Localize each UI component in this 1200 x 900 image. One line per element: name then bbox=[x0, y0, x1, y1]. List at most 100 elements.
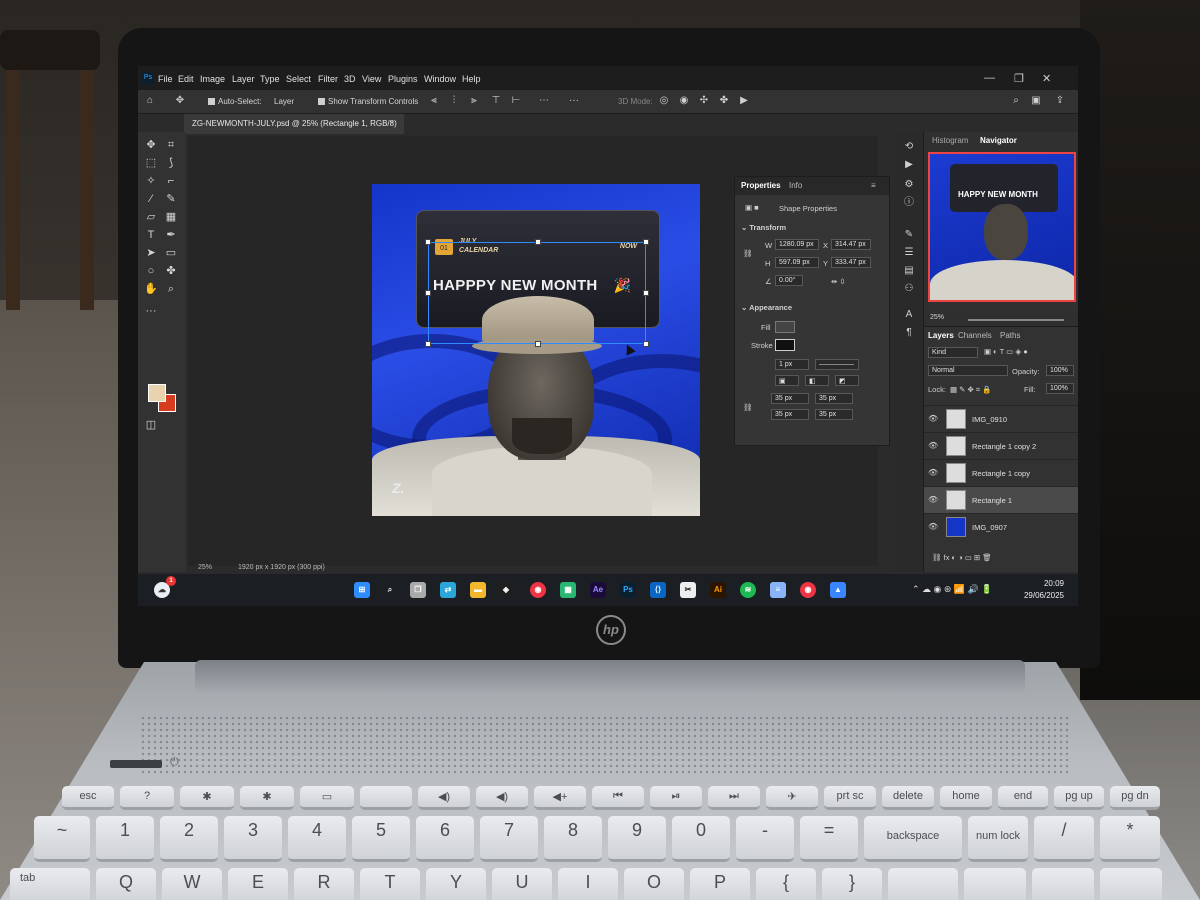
menu-layer[interactable]: Layer bbox=[232, 74, 255, 84]
menu-view[interactable]: View bbox=[362, 74, 381, 84]
custom-shape-icon[interactable]: ✤ bbox=[162, 262, 180, 280]
tab-close-icon[interactable]: × bbox=[389, 118, 394, 127]
people-icon[interactable]: ⚇ bbox=[902, 282, 916, 296]
key-f8[interactable]: ◀+ bbox=[534, 786, 586, 810]
corner-top-left[interactable]: 35 px bbox=[771, 393, 809, 404]
menu-help[interactable]: Help bbox=[462, 74, 481, 84]
key-7[interactable]: 7 bbox=[480, 816, 538, 862]
workspace-icon[interactable]: ▣ bbox=[1030, 95, 1042, 107]
eraser-icon[interactable]: ▱ bbox=[142, 208, 160, 226]
y-field[interactable]: 333.47 px bbox=[831, 257, 871, 268]
styles-icon[interactable]: ▤ bbox=[902, 264, 916, 278]
transform-handle[interactable] bbox=[425, 290, 431, 296]
transform-handle[interactable] bbox=[643, 341, 649, 347]
photos-icon[interactable]: ▲ bbox=[830, 582, 846, 598]
lock-icons[interactable]: ▦ ✎ ✥ ⌗ 🔒 bbox=[950, 385, 992, 395]
properties-icon[interactable]: ☰ bbox=[902, 246, 916, 260]
key-delete[interactable]: delete bbox=[882, 786, 934, 810]
key-w[interactable]: W bbox=[162, 868, 222, 900]
share-icon[interactable]: ⇪ bbox=[1054, 95, 1066, 107]
angle-field[interactable]: 0.00° bbox=[775, 275, 803, 286]
chrome-icon[interactable]: ◉ bbox=[530, 582, 546, 598]
key-tab[interactable]: tab bbox=[10, 868, 90, 900]
clock[interactable]: 20:09 29/06/2025 bbox=[1024, 578, 1064, 602]
key-f9[interactable]: ⏮ bbox=[592, 786, 644, 810]
layer-row-selected[interactable]: 👁 Rectangle 1 bbox=[924, 486, 1078, 513]
key-6[interactable]: 6 bbox=[416, 816, 474, 862]
transform-handle[interactable] bbox=[535, 239, 541, 245]
gradient-icon[interactable]: ▦ bbox=[162, 208, 180, 226]
notepad-icon[interactable]: ≡ bbox=[770, 582, 786, 598]
tray-icons[interactable]: ⌃ ☁ ◉ ⊛ 📶 🔊 🔋 bbox=[912, 584, 993, 595]
key-asterisk[interactable]: * bbox=[1100, 816, 1160, 862]
brush-icon[interactable]: ✎ bbox=[162, 190, 180, 208]
key-o[interactable]: O bbox=[624, 868, 684, 900]
layer-row[interactable]: 👁 Rectangle 1 copy 2 bbox=[924, 432, 1078, 459]
key-backspace[interactable]: backspace bbox=[864, 816, 962, 862]
chrome-profile-icon[interactable]: ◉ bbox=[800, 582, 816, 598]
zoom-slider[interactable] bbox=[968, 319, 1064, 321]
tab-properties[interactable]: Properties bbox=[741, 181, 781, 190]
key-equals[interactable]: = bbox=[800, 816, 858, 862]
search-taskbar-icon[interactable]: ⌕ bbox=[382, 582, 398, 598]
transform-handle[interactable] bbox=[425, 239, 431, 245]
menu-image[interactable]: Image bbox=[200, 74, 225, 84]
key-close-brace[interactable]: } bbox=[822, 868, 882, 900]
key-f3[interactable]: ✱ bbox=[240, 786, 294, 810]
stroke-align-dropdown[interactable]: ▣ bbox=[775, 375, 799, 386]
selection-bounding-box[interactable] bbox=[425, 239, 649, 347]
key-2[interactable]: 2 bbox=[160, 816, 218, 862]
corner-link-icon[interactable]: ⛓ bbox=[743, 403, 753, 412]
key-q[interactable]: Q bbox=[96, 868, 156, 900]
stroke-join-dropdown[interactable]: ◩ bbox=[835, 375, 859, 386]
photoshop-icon[interactable]: Ps bbox=[620, 582, 636, 598]
more-tools-icon[interactable]: ··· bbox=[142, 302, 160, 320]
corner-bottom-left[interactable]: 35 px bbox=[771, 409, 809, 420]
lasso-icon[interactable]: ⟆ bbox=[162, 154, 180, 172]
key-slash[interactable]: / bbox=[1034, 816, 1094, 862]
vscode-icon[interactable]: ⟨⟩ bbox=[650, 582, 666, 598]
search-icon[interactable]: ⌕ bbox=[1010, 95, 1022, 107]
ellipse-icon[interactable]: ○ bbox=[142, 262, 160, 280]
key-f5[interactable] bbox=[360, 786, 412, 810]
width-field[interactable]: 1280.09 px bbox=[775, 239, 819, 250]
eyedropper-icon[interactable]: ⁄ bbox=[142, 190, 160, 208]
key-minus[interactable]: - bbox=[736, 816, 794, 862]
tab-channels[interactable]: Channels bbox=[958, 331, 992, 340]
rectangle-icon[interactable]: ▭ bbox=[162, 244, 180, 262]
key-esc[interactable]: esc bbox=[62, 786, 114, 810]
play-icon[interactable]: ▶ bbox=[902, 158, 916, 172]
task-view-icon[interactable]: ❐ bbox=[410, 582, 426, 598]
menu-window[interactable]: Window bbox=[424, 74, 456, 84]
brush-settings-icon[interactable]: ✎ bbox=[902, 228, 916, 242]
key-num7[interactable] bbox=[964, 868, 1026, 900]
align-center-icon[interactable]: ⫶ bbox=[448, 95, 460, 107]
figma-icon[interactable]: ◈ bbox=[498, 582, 514, 598]
key-end[interactable]: end bbox=[998, 786, 1048, 810]
history-icon[interactable]: ⟲ bbox=[902, 140, 916, 154]
key-numlock[interactable]: num lock bbox=[968, 816, 1028, 862]
status-zoom[interactable]: 25% bbox=[198, 564, 212, 571]
pen-icon[interactable]: ✒ bbox=[162, 226, 180, 244]
link-icon[interactable]: ⛓ bbox=[743, 249, 753, 258]
minimize-icon[interactable]: — bbox=[984, 72, 995, 84]
transform-section[interactable]: ⌄ Transform bbox=[741, 223, 786, 232]
key-f7[interactable]: ◀) bbox=[476, 786, 528, 810]
key-1[interactable]: 1 bbox=[96, 816, 154, 862]
appearance-section[interactable]: ⌄ Appearance bbox=[741, 303, 792, 312]
key-8[interactable]: 8 bbox=[544, 816, 602, 862]
key-f12[interactable]: ✈ bbox=[766, 786, 818, 810]
tab-layers[interactable]: Layers bbox=[928, 331, 954, 340]
stroke-style-dropdown[interactable]: ————— bbox=[815, 359, 859, 370]
key-p[interactable]: P bbox=[690, 868, 750, 900]
key-t[interactable]: T bbox=[360, 868, 420, 900]
key-pgdn[interactable]: pg dn bbox=[1110, 786, 1160, 810]
blend-mode-dropdown[interactable]: Normal bbox=[928, 365, 1008, 376]
move-icon[interactable]: ✥ bbox=[142, 136, 160, 154]
stroke-cap-dropdown[interactable]: ◧ bbox=[805, 375, 829, 386]
key-4[interactable]: 4 bbox=[288, 816, 346, 862]
layer-actions[interactable]: ⛓ fx ◐ ◑ ▭ ⊞ 🗑 bbox=[932, 553, 992, 562]
eye-icon[interactable]: 👁 bbox=[928, 414, 938, 423]
start-icon[interactable]: ⊞ bbox=[354, 582, 370, 598]
menu-filter[interactable]: Filter bbox=[318, 74, 338, 84]
